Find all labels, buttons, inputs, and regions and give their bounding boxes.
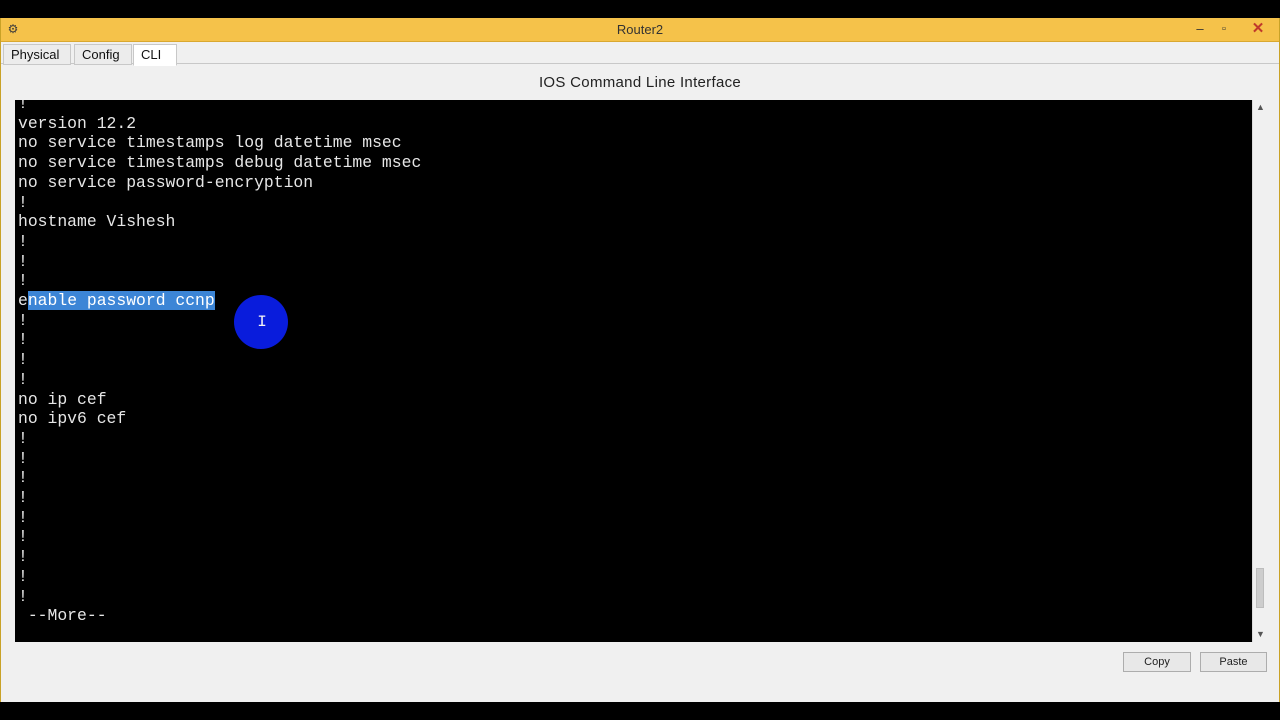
window-title: Router2 <box>616 22 664 37</box>
tab-physical[interactable]: Physical <box>3 44 71 65</box>
terminal-line: version 12.2 <box>18 113 137 133</box>
terminal-line: ! <box>18 369 28 389</box>
text-cursor-icon: I <box>257 313 267 331</box>
terminal-line: ! <box>18 586 28 606</box>
tab-config[interactable]: Config <box>74 44 132 65</box>
terminal-scrollbar[interactable]: ▲ ▼ <box>1252 100 1267 642</box>
terminal-line-prefix: e <box>18 291 28 310</box>
cli-terminal[interactable]: ! version 12.2 no service timestamps log d… <box>15 100 1252 642</box>
terminal-line: no service timestamps debug datetime mse… <box>18 153 422 173</box>
terminal-line: ! <box>18 428 28 448</box>
paste-button[interactable]: Paste <box>1200 652 1267 672</box>
terminal-line: ! <box>18 448 28 468</box>
terminal-line: no ip cef <box>18 389 107 409</box>
maximize-button[interactable]: ▫ <box>1211 18 1237 40</box>
router-window: ⚙ Router2 – ▫ ✕ Physical Config CLI IOS … <box>0 18 1280 702</box>
terminal-line: ! <box>18 566 28 586</box>
title-bar[interactable]: ⚙ Router2 – ▫ ✕ <box>1 18 1279 42</box>
terminal-line: --More-- <box>18 606 107 626</box>
terminal-line: enable password ccnp <box>18 291 215 311</box>
copy-button[interactable]: Copy <box>1123 652 1191 672</box>
terminal-line: ! <box>18 271 28 291</box>
scroll-up-icon[interactable]: ▲ <box>1253 100 1268 115</box>
terminal-line: ! <box>18 527 28 547</box>
terminal-line: ! <box>18 192 28 212</box>
scrollbar-thumb[interactable] <box>1256 568 1264 608</box>
close-button[interactable]: ✕ <box>1241 18 1275 40</box>
terminal-line: hostname Vishesh <box>18 212 176 232</box>
selected-text: nable password ccnp <box>27 291 215 310</box>
terminal-line: ! <box>18 547 28 567</box>
terminal-line: ! <box>18 468 28 488</box>
tab-bar: Physical Config CLI <box>1 42 1279 66</box>
terminal-line: ! <box>18 350 28 370</box>
minimize-button[interactable]: – <box>1187 18 1213 40</box>
terminal-line: ! <box>18 251 28 271</box>
terminal-line: no service timestamps log datetime msec <box>18 133 402 153</box>
terminal-line: ! <box>18 488 28 507</box>
terminal-line: ! <box>18 310 28 330</box>
tab-cli[interactable]: CLI <box>133 44 177 66</box>
pane-title: IOS Command Line Interface <box>538 74 742 91</box>
terminal-line: ! <box>18 507 28 527</box>
terminal-line: ! <box>18 330 28 350</box>
terminal-line: ! <box>18 231 28 251</box>
terminal-line: ! <box>18 100 28 113</box>
scroll-down-icon[interactable]: ▼ <box>1253 627 1268 642</box>
terminal-line: no ipv6 cef <box>18 409 127 429</box>
terminal-line: no service password-encryption <box>18 172 314 192</box>
